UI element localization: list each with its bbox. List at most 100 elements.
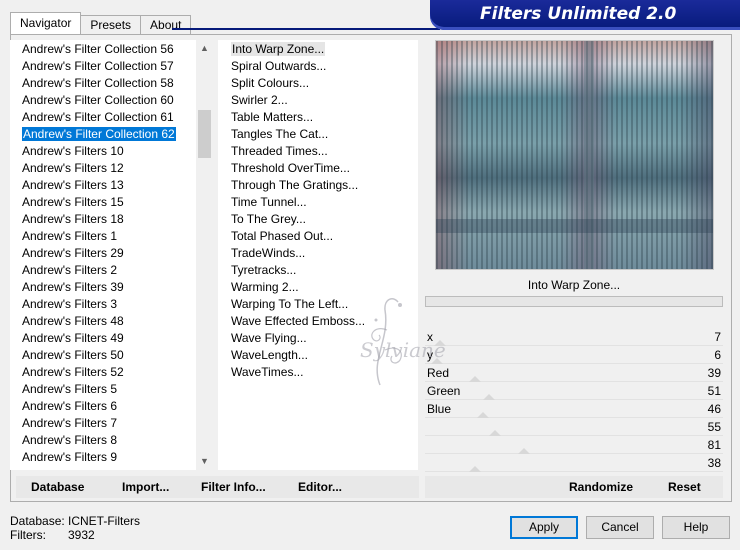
filter-item-label: Warping To The Left...	[231, 297, 349, 311]
category-item[interactable]: Andrew's Filter Collection 60	[10, 92, 196, 109]
category-scrollbar[interactable]: ▲ ▼	[196, 40, 213, 470]
category-item[interactable]: Andrew's Filter Collection 57	[10, 58, 196, 75]
filter-item[interactable]: Warming 2...	[218, 279, 418, 296]
category-item[interactable]: Andrew's Filters 2	[10, 262, 196, 279]
tab-strip: Navigator Presets About	[10, 12, 192, 34]
parameter-sliders: x 7 y 6 Red 39 Green 51 Blue 46 55 81 38	[425, 328, 723, 472]
filter-items: Into Warp Zone... Spiral Outwards... Split…	[218, 40, 418, 381]
category-list[interactable]: Andrew's Filter Collection 56 Andrew's Fi…	[10, 40, 213, 470]
filter-item-label: TradeWinds...	[231, 246, 306, 260]
editor-button[interactable]: Editor...	[298, 476, 342, 498]
category-item[interactable]: Andrew's Filters 5	[10, 381, 196, 398]
filter-item[interactable]: Split Colours...	[218, 75, 418, 92]
filter-item-label: Threaded Times...	[231, 144, 328, 158]
filter-item-label: Tyretracks...	[231, 263, 297, 277]
parameter-value: 7	[714, 330, 721, 344]
category-item-label: Andrew's Filters 18	[22, 212, 124, 226]
filter-item[interactable]: Total Phased Out...	[218, 228, 418, 245]
category-item[interactable]: Andrew's Filters 50	[10, 347, 196, 364]
filter-item[interactable]: Wave Flying...	[218, 330, 418, 347]
category-item[interactable]: Andrew's Filters 48	[10, 313, 196, 330]
category-item[interactable]: Andrew's Filters 1	[10, 228, 196, 245]
category-item[interactable]: Andrew's Filters 49	[10, 330, 196, 347]
apply-button[interactable]: Apply	[510, 516, 578, 539]
category-item[interactable]: Andrew's Filters 39	[10, 279, 196, 296]
filter-item[interactable]: Swirler 2...	[218, 92, 418, 109]
tab-about[interactable]: About	[140, 15, 192, 34]
category-item[interactable]: Andrew's Filters 6	[10, 398, 196, 415]
parameter-slider-row[interactable]: 38	[425, 454, 723, 472]
filter-item[interactable]: Tangles The Cat...	[218, 126, 418, 143]
category-item[interactable]: Andrew's Filters 9	[10, 449, 196, 466]
filter-item-label: WaveLength...	[231, 348, 308, 362]
parameter-slider-row[interactable]: Green 51	[425, 382, 723, 400]
filter-item[interactable]: WaveLength...	[218, 347, 418, 364]
filter-item[interactable]: Through The Gratings...	[218, 177, 418, 194]
parameter-value: 39	[707, 366, 721, 380]
database-label: Database:	[10, 514, 65, 528]
category-item[interactable]: Andrew's Filter Collection 62	[10, 126, 196, 143]
help-button[interactable]: Help	[662, 516, 730, 539]
database-button[interactable]: Database	[31, 476, 84, 498]
progress-bar	[425, 296, 723, 307]
right-button-bar: Randomize Reset	[425, 476, 723, 498]
category-item[interactable]: Andrew's Filters 12	[10, 160, 196, 177]
category-item[interactable]: Andrew's Filters 10	[10, 143, 196, 160]
scroll-down-arrow-icon[interactable]: ▼	[196, 453, 213, 470]
filter-item[interactable]: Tyretracks...	[218, 262, 418, 279]
filter-item-label: To The Grey...	[231, 212, 306, 226]
category-item[interactable]: Andrew's Filter Collection 56	[10, 41, 196, 58]
category-item[interactable]: Andrew's Filters 8	[10, 432, 196, 449]
category-item-label: Andrew's Filter Collection 57	[22, 59, 174, 73]
left-button-bar: Database Import... Filter Info... Editor…	[16, 476, 419, 498]
category-item[interactable]: Andrew's Filters 3	[10, 296, 196, 313]
preview-texture-horizontal	[436, 219, 713, 233]
filter-item[interactable]: Spiral Outwards...	[218, 58, 418, 75]
category-item[interactable]: Andrew's Filters 52	[10, 364, 196, 381]
reset-button[interactable]: Reset	[668, 476, 701, 498]
parameter-slider-row[interactable]: 55	[425, 418, 723, 436]
tab-navigator[interactable]: Navigator	[10, 12, 82, 34]
slider-thumb-icon[interactable]	[469, 466, 481, 472]
category-item[interactable]: Andrew's Filters 13	[10, 177, 196, 194]
filter-item[interactable]: Warping To The Left...	[218, 296, 418, 313]
filter-item[interactable]: WaveTimes...	[218, 364, 418, 381]
parameter-slider-row[interactable]: 81	[425, 436, 723, 454]
category-item-label: Andrew's Filters 48	[22, 314, 124, 328]
category-item-label: Andrew's Filters 5	[22, 382, 117, 396]
parameter-slider-row[interactable]: x7	[425, 328, 723, 346]
filter-item-label: Wave Flying...	[231, 331, 307, 345]
filter-item-label: WaveTimes...	[231, 365, 304, 379]
category-item-label: Andrew's Filters 9	[22, 450, 117, 464]
filter-item-label: Wave Effected Emboss...	[231, 314, 366, 328]
parameter-slider-row[interactable]: Red 39	[425, 364, 723, 382]
filter-item[interactable]: Threshold OverTime...	[218, 160, 418, 177]
category-item[interactable]: Andrew's Filters 18	[10, 211, 196, 228]
parameter-slider-row[interactable]: Blue 46	[425, 400, 723, 418]
tab-presets[interactable]: Presets	[80, 15, 142, 34]
category-item-label: Andrew's Filters 6	[22, 399, 117, 413]
category-item[interactable]: Andrew's Filters 29	[10, 245, 196, 262]
category-item[interactable]: Andrew's Filters 7	[10, 415, 196, 432]
randomize-button[interactable]: Randomize	[569, 476, 633, 498]
filter-item-label: Time Tunnel...	[231, 195, 307, 209]
cancel-button[interactable]: Cancel	[586, 516, 654, 539]
filter-item[interactable]: Wave Effected Emboss...	[218, 313, 418, 330]
parameter-slider-row[interactable]: y6	[425, 346, 723, 364]
filter-item[interactable]: Into Warp Zone...	[218, 41, 418, 58]
import-button[interactable]: Import...	[122, 476, 169, 498]
scroll-thumb[interactable]	[198, 110, 211, 158]
filter-list[interactable]: Into Warp Zone... Spiral Outwards... Split…	[218, 40, 418, 470]
category-item[interactable]: Andrew's Filter Collection 61	[10, 109, 196, 126]
filter-item[interactable]: Time Tunnel...	[218, 194, 418, 211]
filter-item[interactable]: To The Grey...	[218, 211, 418, 228]
scroll-up-arrow-icon[interactable]: ▲	[196, 40, 213, 57]
category-item[interactable]: Andrew's Filter Collection 58	[10, 75, 196, 92]
filter-info-button[interactable]: Filter Info...	[201, 476, 266, 498]
filter-item[interactable]: Table Matters...	[218, 109, 418, 126]
filter-item[interactable]: Threaded Times...	[218, 143, 418, 160]
category-item[interactable]: Andrew's Filters 15	[10, 194, 196, 211]
category-item-label: Andrew's Filters 49	[22, 331, 124, 345]
filter-item[interactable]: TradeWinds...	[218, 245, 418, 262]
database-value: ICNET-Filters	[68, 514, 140, 528]
